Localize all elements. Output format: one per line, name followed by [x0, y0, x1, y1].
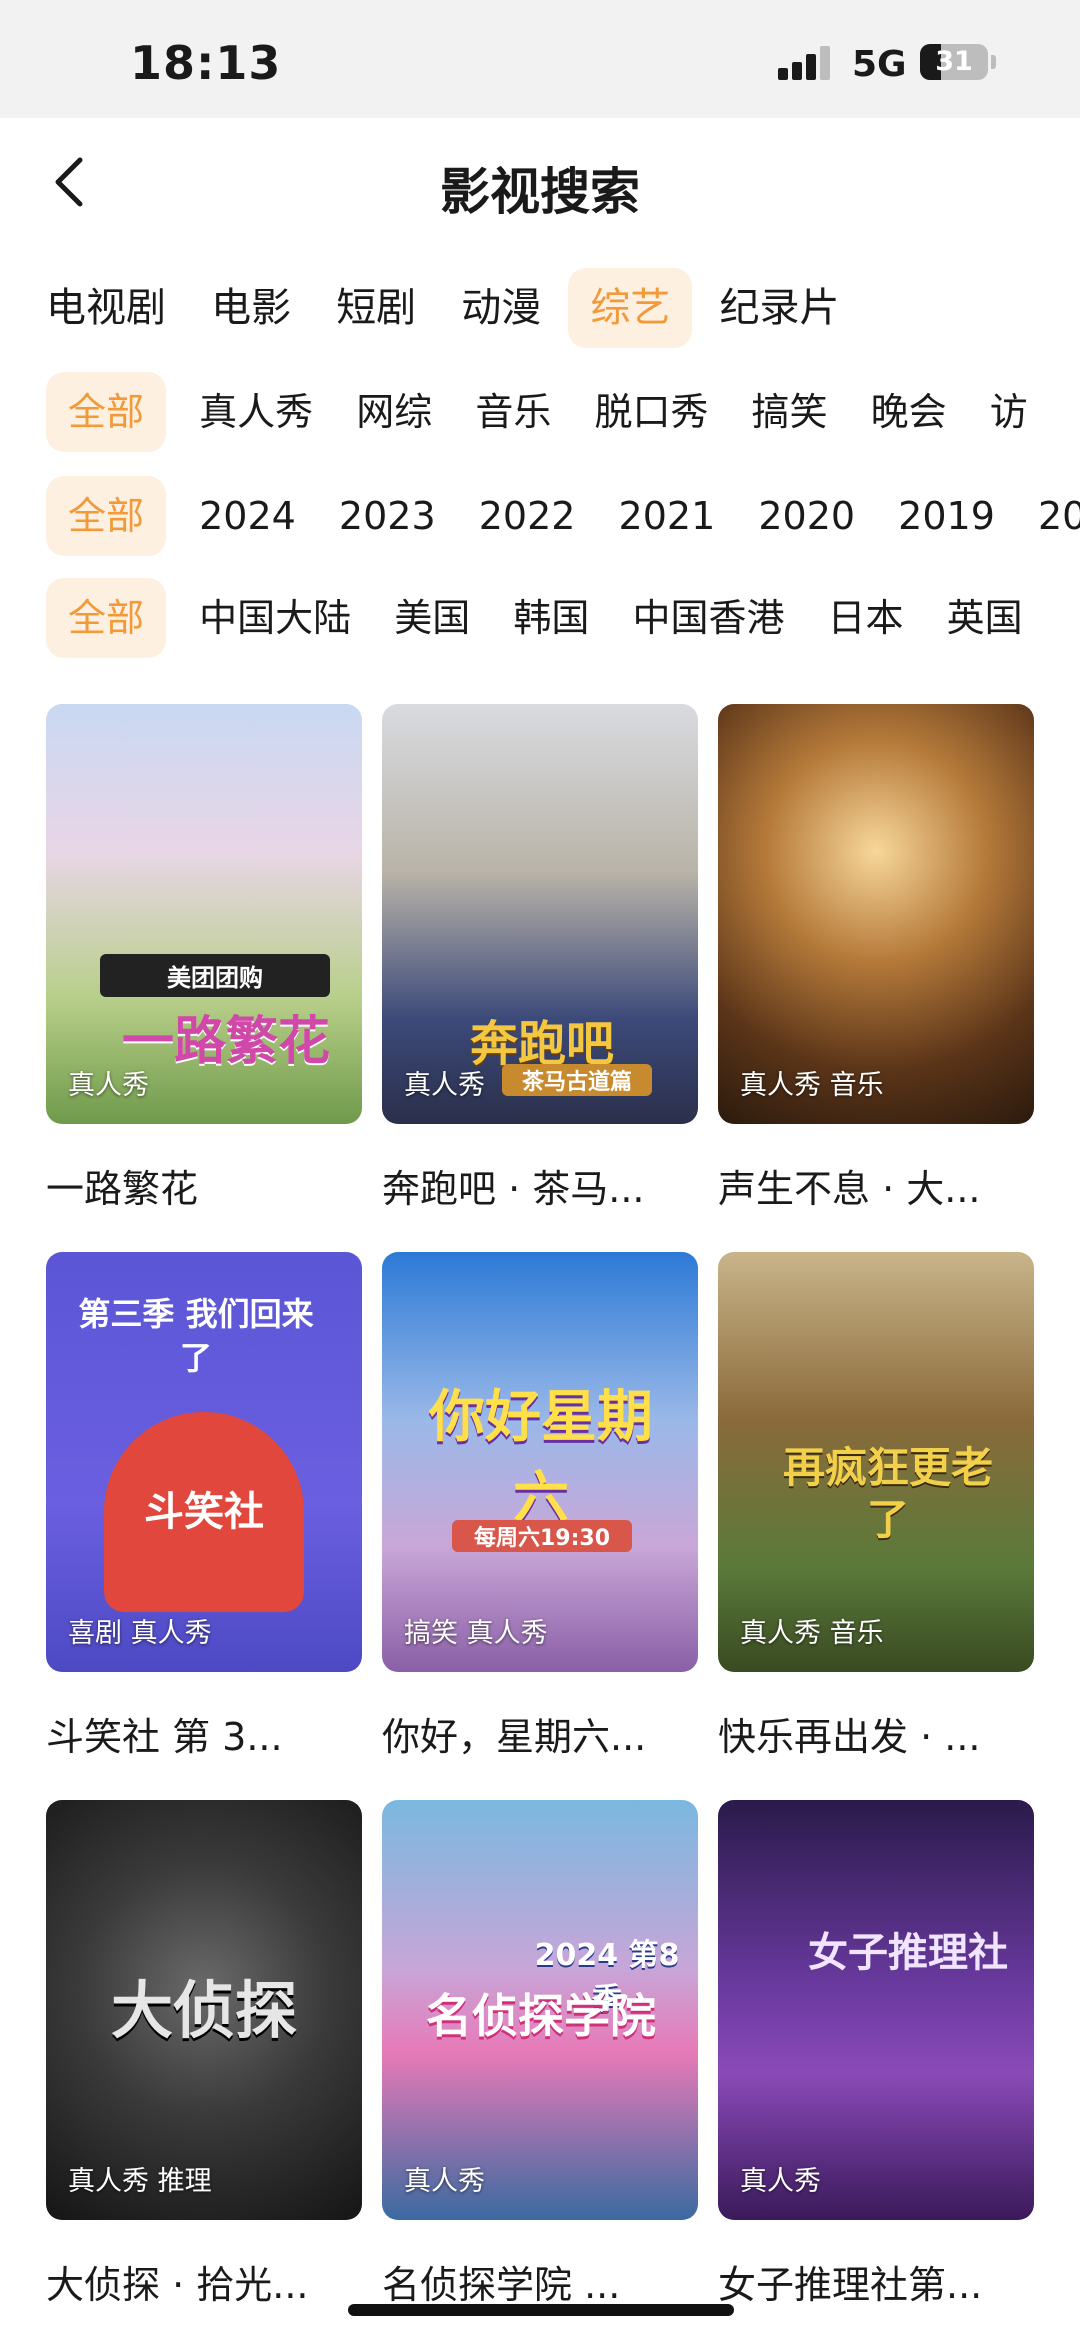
poster-tags: 真人秀 音乐: [740, 1618, 884, 1649]
card-title: 一路繁花: [46, 1167, 199, 1211]
battery-tip: [991, 55, 996, 69]
poster-title-art: 斗笑社: [104, 1412, 304, 1612]
poster-badge: 每周六19:30: [452, 1520, 632, 1552]
genre-comedy[interactable]: 搞笑: [752, 372, 828, 452]
region-all[interactable]: 全部: [46, 578, 167, 658]
poster-title-art: 你好星期六: [429, 1385, 653, 1531]
poster-tags: 真人秀: [404, 2166, 485, 2197]
year-2019[interactable]: 2019: [898, 476, 995, 556]
poster-image: 再疯狂更老了 真人秀 音乐: [718, 1252, 1034, 1672]
tab-short-drama[interactable]: 短剧: [336, 268, 416, 348]
region-korea[interactable]: 韩国: [513, 578, 589, 658]
poster-image: 大侦探 真人秀 推理: [46, 1800, 362, 2220]
region-hong-kong[interactable]: 中国香港: [632, 578, 784, 658]
tab-variety[interactable]: 综艺: [568, 268, 693, 348]
poster-tags: 真人秀 音乐: [740, 1070, 884, 1101]
home-indicator[interactable]: [348, 2304, 734, 2316]
poster-title-art: 女子推理社: [808, 1929, 1008, 1976]
show-card[interactable]: 奔跑吧 茶马古道篇 真人秀 奔跑吧 · 茶马...: [382, 704, 698, 1213]
network-type: 5G: [852, 44, 907, 85]
year-2021[interactable]: 2021: [619, 476, 716, 556]
status-bar: 18:13 5G 31: [0, 0, 1080, 118]
show-card[interactable]: 大侦探 真人秀 推理 大侦探 · 拾光...: [46, 1800, 362, 2309]
poster-tags: 喜剧 真人秀: [68, 1618, 212, 1649]
year-more[interactable]: 20: [1038, 476, 1080, 556]
tab-tv-series[interactable]: 电视剧: [46, 268, 166, 348]
poster-badge: 美团团购: [100, 954, 330, 997]
card-title: 快乐再出发 · ...: [718, 1715, 981, 1759]
show-card[interactable]: 你好星期六 每周六19:30 搞笑 真人秀 你好，星期六...: [382, 1252, 698, 1761]
poster-title-art: 一路繁花: [121, 1012, 330, 1072]
signal-icon: [778, 46, 834, 80]
poster-image: 2024 第8季 名侦探学院 真人秀: [382, 1800, 698, 2220]
battery-level: 31: [935, 46, 973, 77]
poster-badge: 茶马古道篇: [502, 1064, 652, 1096]
show-card[interactable]: 2024 第8季 名侦探学院 真人秀 名侦探学院 ...: [382, 1800, 698, 2309]
year-2022[interactable]: 2022: [479, 476, 576, 556]
card-title: 声生不息 · 大...: [718, 1167, 981, 1211]
region-mainland-china[interactable]: 中国大陆: [199, 578, 351, 658]
poster-tags: 真人秀: [740, 2166, 821, 2197]
genre-music[interactable]: 音乐: [475, 372, 551, 452]
genre-reality[interactable]: 真人秀: [199, 372, 313, 452]
poster-tags: 真人秀: [404, 1070, 485, 1101]
genre-web-variety[interactable]: 网综: [356, 372, 432, 452]
genre-gala[interactable]: 晚会: [871, 372, 947, 452]
tab-movie[interactable]: 电影: [211, 268, 291, 348]
type-tabs: 电视剧 电影 短剧 动漫 综艺 纪录片: [46, 268, 879, 348]
poster-image: 女子推理社 真人秀: [718, 1800, 1034, 2220]
region-usa[interactable]: 美国: [394, 578, 470, 658]
poster-image: 真人秀 音乐: [718, 704, 1034, 1124]
show-card[interactable]: 女子推理社 真人秀 女子推理社第...: [718, 1800, 1034, 2309]
poster-tags: 搞笑 真人秀: [404, 1618, 548, 1649]
genre-interview[interactable]: 访: [990, 372, 1028, 452]
year-2023[interactable]: 2023: [339, 476, 436, 556]
region-japan[interactable]: 日本: [828, 578, 904, 658]
poster-image: 奔跑吧 茶马古道篇 真人秀: [382, 704, 698, 1124]
year-filter: 全部 2024 2023 2022 2021 2020 2019 20: [46, 476, 1080, 556]
page-title: 影视搜索: [440, 163, 640, 221]
poster-image: 美团团购 一路繁花 真人秀: [46, 704, 362, 1124]
battery-icon: 31: [920, 44, 988, 80]
card-title: 奔跑吧 · 茶马...: [382, 1167, 645, 1211]
poster-title-art: 名侦探学院: [426, 1989, 656, 2043]
show-card[interactable]: 第三季 我们回来了 斗笑社 喜剧 真人秀 斗笑社 第 3...: [46, 1252, 362, 1761]
card-title: 大侦探 · 拾光...: [46, 2263, 309, 2307]
status-time: 18:13: [130, 36, 282, 90]
card-title: 女子推理社第...: [718, 2263, 983, 2307]
show-card[interactable]: 真人秀 音乐 声生不息 · 大...: [718, 704, 1034, 1213]
tab-documentary[interactable]: 纪录片: [719, 268, 839, 348]
card-title: 名侦探学院 ...: [382, 2263, 621, 2307]
genre-filter: 全部 真人秀 网综 音乐 脱口秀 搞笑 晚会 访: [46, 372, 1066, 452]
region-filter: 全部 中国大陆 美国 韩国 中国香港 日本 英国: [46, 578, 1061, 658]
year-2020[interactable]: 2020: [758, 476, 855, 556]
poster-tags: 真人秀 推理: [68, 2166, 212, 2197]
poster-badge: 第三季 我们回来了: [78, 1295, 314, 1377]
region-uk[interactable]: 英国: [947, 578, 1023, 658]
genre-talk-show[interactable]: 脱口秀: [594, 372, 708, 452]
card-title: 你好，星期六...: [382, 1715, 647, 1759]
year-all[interactable]: 全部: [46, 476, 167, 556]
year-2024[interactable]: 2024: [199, 476, 296, 556]
poster-image: 第三季 我们回来了 斗笑社 喜剧 真人秀: [46, 1252, 362, 1672]
poster-image: 你好星期六 每周六19:30 搞笑 真人秀: [382, 1252, 698, 1672]
poster-tags: 真人秀: [68, 1070, 149, 1101]
tab-anime[interactable]: 动漫: [461, 268, 541, 348]
poster-title-art: 大侦探: [110, 1974, 297, 2047]
show-card[interactable]: 再疯狂更老了 真人秀 音乐 快乐再出发 · ...: [718, 1252, 1034, 1761]
poster-title-art: 再疯狂更老了: [782, 1443, 993, 1544]
genre-all[interactable]: 全部: [46, 372, 167, 452]
show-card[interactable]: 美团团购 一路繁花 真人秀 一路繁花: [46, 704, 362, 1213]
card-title: 斗笑社 第 3...: [46, 1715, 283, 1759]
